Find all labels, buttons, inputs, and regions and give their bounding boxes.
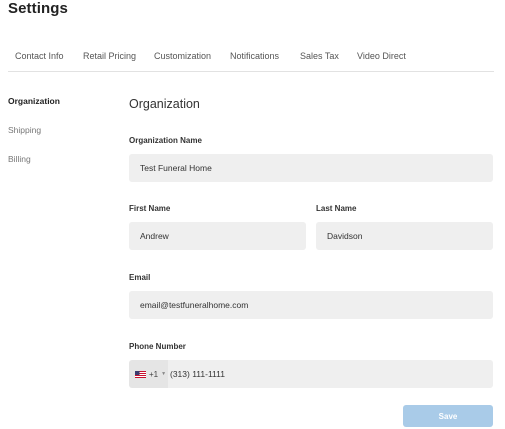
organization-name-input[interactable]: Test Funeral Home (129, 154, 493, 182)
sidebar-item-organization[interactable]: Organization (8, 96, 60, 106)
dial-code: +1 (149, 369, 159, 379)
email-input[interactable]: email@testfuneralhome.com (129, 291, 493, 319)
tab-video-direct[interactable]: Video Direct (357, 51, 406, 61)
tab-sales-tax[interactable]: Sales Tax (300, 51, 339, 61)
tab-contact-info[interactable]: Contact Info (15, 51, 64, 61)
phone-number-value: (313) 111-1111 (170, 369, 225, 379)
last-name-value: Davidson (327, 231, 363, 241)
settings-side-nav: Organization Shipping Billing (8, 96, 60, 183)
last-name-label: Last Name (316, 204, 357, 213)
chevron-down-icon: ▼ (161, 371, 167, 377)
sidebar-item-shipping[interactable]: Shipping (8, 125, 60, 135)
first-name-label: First Name (129, 204, 171, 213)
organization-name-label: Organization Name (129, 136, 202, 145)
email-label: Email (129, 273, 151, 282)
save-button[interactable]: Save (403, 405, 493, 427)
email-value: email@testfuneralhome.com (140, 300, 249, 310)
organization-name-value: Test Funeral Home (140, 163, 212, 173)
section-title: Organization (129, 97, 200, 111)
tab-retail-pricing[interactable]: Retail Pricing (83, 51, 136, 61)
tab-customization[interactable]: Customization (154, 51, 211, 61)
tab-notifications[interactable]: Notifications (230, 51, 279, 61)
country-code-select[interactable]: +1 ▼ (129, 360, 168, 388)
last-name-input[interactable]: Davidson (316, 222, 493, 250)
phone-number-label: Phone Number (129, 342, 186, 351)
us-flag-icon (135, 370, 146, 378)
page-title: Settings (8, 0, 68, 17)
phone-number-input[interactable]: (313) 111-1111 (168, 360, 493, 388)
first-name-value: Andrew (140, 231, 169, 241)
first-name-input[interactable]: Andrew (129, 222, 306, 250)
settings-tabs: Contact Info Retail Pricing Customizatio… (8, 51, 494, 72)
sidebar-item-billing[interactable]: Billing (8, 154, 60, 164)
